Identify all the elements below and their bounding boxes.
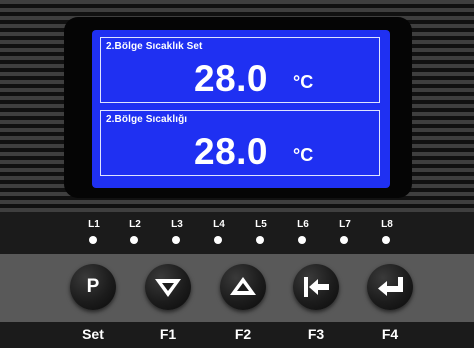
double-chevron-down-icon [155, 279, 181, 297]
led-label-l5: L5 [255, 219, 267, 230]
f4-key-label: F4 [381, 326, 399, 342]
setpoint-value: 28.0 [194, 58, 269, 99]
set-button[interactable]: P [70, 264, 116, 310]
led-indicator-l5 [256, 236, 264, 244]
f3-button[interactable] [293, 264, 339, 310]
f1-key-label: F1 [159, 326, 177, 342]
led-indicator-l2 [130, 236, 138, 244]
controller-device: 2.Bölge Sıcaklık Set 28.0 °C 2.Bölge Sıc… [0, 0, 474, 348]
led-indicator-l4 [214, 236, 222, 244]
f2-button[interactable] [220, 264, 266, 310]
setpoint-panel: 2.Bölge Sıcaklık Set 28.0 °C [100, 37, 380, 103]
led-label-l3: L3 [171, 219, 183, 230]
f2-key-label: F2 [234, 326, 252, 342]
led-indicator-l3 [172, 236, 180, 244]
temperature-label: 2.Bölge Sıcaklığı [106, 114, 188, 125]
led-strip [0, 212, 474, 254]
led-indicator-l7 [340, 236, 348, 244]
led-indicator-l1 [89, 236, 97, 244]
return-enter-icon [378, 277, 403, 296]
led-label-l2: L2 [129, 219, 141, 230]
led-label-l4: L4 [213, 219, 225, 230]
led-label-l8: L8 [381, 219, 393, 230]
led-label-l6: L6 [297, 219, 309, 230]
p-letter-icon: P [86, 276, 100, 297]
led-label-l7: L7 [339, 219, 351, 230]
led-indicator-l6 [298, 236, 306, 244]
temperature-unit: °C [293, 145, 314, 165]
led-indicator-l8 [382, 236, 390, 244]
f3-key-label: F3 [307, 326, 325, 342]
setpoint-label: 2.Bölge Sıcaklık Set [106, 41, 203, 52]
lcd-display: 2.Bölge Sıcaklık Set 28.0 °C 2.Bölge Sıc… [92, 30, 390, 188]
arrow-left-to-bar-icon [304, 277, 329, 297]
f1-button[interactable] [145, 264, 191, 310]
setpoint-unit: °C [293, 72, 314, 92]
temperature-panel: 2.Bölge Sıcaklığı 28.0 °C [100, 110, 380, 176]
double-chevron-up-icon [230, 277, 256, 295]
f4-button[interactable] [367, 264, 413, 310]
temperature-value: 28.0 [194, 131, 269, 172]
led-label-l1: L1 [88, 219, 100, 230]
set-key-label: Set [82, 326, 104, 342]
